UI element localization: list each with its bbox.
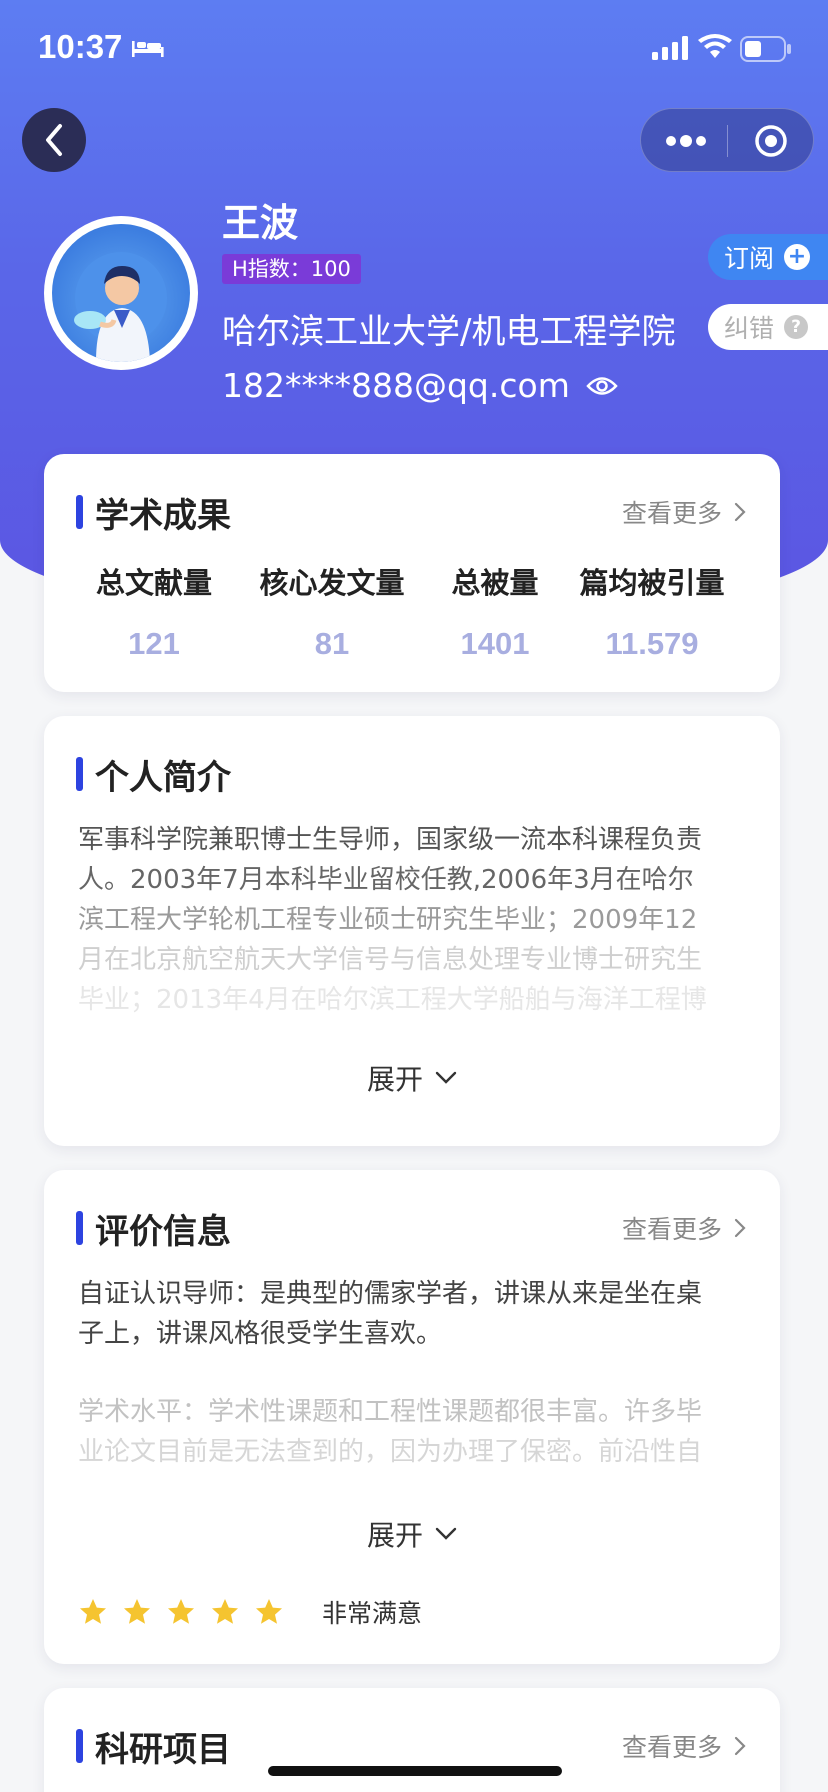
projects-card-header: 科研项目 [76, 1726, 231, 1770]
star-icon [168, 1599, 194, 1624]
star-icon [212, 1599, 238, 1624]
bio-line: 毕业；2013年4月在哈尔滨工程大学船舶与海洋工程博 [78, 985, 707, 1015]
section-accent-bar [76, 1729, 83, 1763]
bio-card: 个人简介 军事科学院兼职博士生导师，国家级一流本科课程负责 人。2003年7月本… [44, 716, 780, 1146]
see-more-label: 查看更多 [621, 1733, 722, 1762]
see-more-label: 查看更多 [621, 499, 722, 528]
sleep-mode-icon [132, 41, 164, 57]
stat-total-publications[interactable]: 总文献量 121 [84, 560, 224, 662]
plus-icon: + [784, 244, 811, 270]
subscribe-button[interactable]: 订阅 + [708, 234, 828, 280]
bio-text: 军事科学院兼职博士生导师，国家级一流本科课程负责 人。2003年7月本科毕业留校… [78, 820, 748, 1020]
chevron-right-icon [734, 1218, 746, 1238]
question-icon: ? [784, 315, 809, 339]
academic-stats: 总文献量 121 核心发文量 81 总被量 1401 篇均被引量 11.579 [44, 560, 780, 670]
email-row: 182****888@qq.com [222, 366, 618, 405]
evaluation-line: 学术水平：学术性课题和工程性课题都很丰富。许多毕 [78, 1397, 703, 1427]
projects-title: 科研项目 [95, 1729, 231, 1770]
evaluation-card: 评价信息 查看更多 自证认识导师：是典型的儒家学者，讲课从来是坐在桌 子上，讲课… [44, 1170, 780, 1664]
evaluation-expand-button[interactable]: 展开 [44, 1514, 780, 1554]
stat-label: 总文献量 [95, 566, 212, 600]
chevron-left-icon [46, 124, 62, 156]
evaluation-line: 子上，讲课风格很受学生喜欢。 [78, 1319, 443, 1349]
bio-line: 人。2003年7月本科毕业留校任教,2006年3月在哈尔 [78, 865, 694, 895]
bio-title: 个人简介 [95, 757, 231, 798]
section-accent-bar [76, 1211, 83, 1245]
see-more-label: 查看更多 [621, 1215, 722, 1244]
star-icon [124, 1599, 150, 1624]
stat-label: 篇均被引量 [579, 566, 725, 600]
academic-card: 学术成果 查看更多 总文献量 121 核心发文量 81 总被量 1401 篇均被… [44, 454, 780, 692]
bio-expand-button[interactable]: 展开 [44, 1058, 780, 1098]
home-indicator[interactable] [268, 1766, 562, 1776]
stat-label: 核心发文量 [259, 566, 405, 600]
chevron-down-icon [435, 1071, 457, 1084]
avatar-illustration [52, 224, 190, 362]
star-icon [80, 1599, 106, 1624]
stat-value: 121 [128, 626, 180, 661]
more-dots-icon[interactable] [665, 129, 707, 153]
cellular-signal-icon [652, 36, 688, 60]
chevron-right-icon [734, 502, 746, 522]
back-button[interactable] [22, 108, 86, 172]
profile-email: 182****888@qq.com [222, 366, 570, 405]
bio-line: 滨工程大学轮机工程专业硕士研究生毕业；2009年12 [78, 905, 698, 935]
evaluation-see-more-link[interactable]: 查看更多 [622, 1210, 746, 1246]
stat-core-publications[interactable]: 核心发文量 81 [252, 560, 412, 662]
stat-value: 1401 [460, 626, 530, 661]
avatar [44, 216, 198, 370]
star-icon [256, 1599, 282, 1624]
section-accent-bar [76, 495, 83, 529]
profile-affiliation: 哈尔滨工业大学/机电工程学院 [222, 312, 676, 352]
projects-see-more-link[interactable]: 查看更多 [622, 1728, 746, 1764]
eye-icon[interactable] [586, 375, 618, 397]
chevron-down-icon [435, 1527, 457, 1540]
status-time: 10:37 [38, 28, 123, 65]
evaluation-faded-text: 学术水平：学术性课题和工程性课题都很丰富。许多毕 业论文目前是无法查到的，因为办… [78, 1392, 748, 1472]
section-accent-bar [76, 757, 83, 791]
profile-name: 王波 [222, 201, 299, 245]
h-index-badge: H指数：100 [222, 254, 361, 284]
report-error-label: 纠错 [724, 314, 775, 343]
evaluation-text: 自证认识导师：是典型的儒家学者，讲课从来是坐在桌 子上，讲课风格很受学生喜欢。 [78, 1274, 748, 1354]
rating-row: 非常满意 [78, 1594, 422, 1630]
report-error-button[interactable]: 纠错 ? [708, 304, 828, 350]
chevron-right-icon [734, 1736, 746, 1756]
rating-text: 非常满意 [322, 1599, 423, 1628]
stat-value: 11.579 [605, 626, 699, 661]
stat-total-citations[interactable]: 总被量 1401 [440, 560, 550, 662]
academic-see-more-link[interactable]: 查看更多 [622, 494, 746, 530]
stat-label: 总被量 [451, 566, 539, 600]
stat-value: 81 [314, 626, 350, 661]
evaluation-card-header: 评价信息 [76, 1208, 231, 1252]
bio-line: 月在北京航空航天大学信号与信息处理专业博士研究生 [78, 945, 703, 975]
evaluation-title: 评价信息 [95, 1211, 231, 1252]
academic-title: 学术成果 [95, 495, 231, 536]
stat-avg-citations[interactable]: 篇均被引量 11.579 [572, 560, 732, 662]
capsule-divider [727, 125, 728, 157]
evaluation-line: 自证认识导师：是典型的儒家学者，讲课从来是坐在桌 [78, 1279, 703, 1309]
expand-label: 展开 [366, 1519, 423, 1552]
status-bar: 10:37 [0, 0, 828, 100]
academic-card-header: 学术成果 [76, 492, 231, 536]
subscribe-label: 订阅 [724, 244, 775, 273]
evaluation-line: 业论文目前是无法查到的，因为办理了保密。前沿性自 [78, 1437, 703, 1467]
bio-card-header: 个人简介 [76, 754, 231, 798]
mini-program-capsule [640, 108, 814, 172]
close-target-icon[interactable] [753, 123, 789, 159]
wifi-icon [698, 34, 732, 58]
bio-line: 军事科学院兼职博士生导师，国家级一流本科课程负责 [78, 825, 703, 855]
expand-label: 展开 [366, 1063, 423, 1096]
battery-icon [740, 36, 791, 62]
projects-card: 科研项目 查看更多 [44, 1688, 780, 1792]
